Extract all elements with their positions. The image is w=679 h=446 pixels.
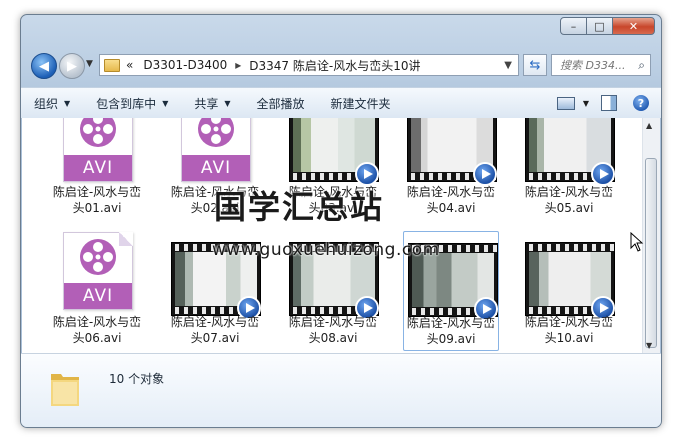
- watermark-url: www.guoxuehuizong.com: [212, 240, 440, 260]
- mouse-cursor-icon: [630, 232, 644, 252]
- new-folder-button[interactable]: 新建文件夹: [318, 95, 404, 112]
- include-library-label: 包含到库中: [96, 96, 157, 111]
- file-tile[interactable]: AVI 陈启诠-风水与峦 头01.avi: [49, 118, 145, 220]
- minimize-button[interactable]: –: [560, 17, 587, 35]
- file-name-line2: 头10.avi: [544, 331, 594, 345]
- preview-pane-icon[interactable]: [601, 95, 617, 111]
- avi-badge: AVI: [64, 155, 132, 181]
- close-button[interactable]: ✕: [612, 17, 655, 35]
- share-menu[interactable]: 共享 ▼: [181, 95, 243, 112]
- search-input[interactable]: [558, 57, 634, 73]
- chevron-down-icon: ▼: [162, 98, 169, 108]
- refresh-button[interactable]: ⇆: [523, 54, 547, 76]
- media-player-icon: [591, 162, 615, 186]
- file-name-line1: 陈启诠-风水与峦: [406, 185, 496, 199]
- breadcrumb-separator[interactable]: ▸: [235, 58, 241, 72]
- file-tile[interactable]: 陈启诠-风水与峦 头05.avi: [521, 118, 617, 220]
- file-name-line1: 陈启诠-风水与峦: [52, 185, 142, 199]
- avi-file-icon: AVI: [63, 232, 133, 310]
- file-name-line2: 头05.avi: [544, 201, 594, 215]
- file-name-line1: 陈启诠-风水与峦: [52, 315, 142, 329]
- navigation-bar: ◀ ▶ ▼ « D3301-D3400 ▸ D3347 陈启诠-风水与峦头10讲…: [29, 51, 653, 81]
- command-bar: 组织 ▼ 包含到库中 ▼ 共享 ▼ 全部播放 新建文件夹 ▼ ?: [21, 87, 661, 119]
- breadcrumb-item-current[interactable]: D3347 陈启诠-风水与峦头10讲: [247, 57, 422, 74]
- file-name-line2: 头07.avi: [190, 331, 240, 345]
- chevron-down-icon: ▼: [224, 98, 231, 108]
- scroll-up-arrow-icon[interactable]: ▲: [646, 121, 652, 130]
- watermark-title: 国学汇总站: [214, 188, 385, 226]
- file-name-line2: 头01.avi: [72, 201, 122, 215]
- file-name-line2: 头08.avi: [308, 331, 358, 345]
- avi-file-icon: AVI: [181, 118, 251, 182]
- scroll-down-arrow-icon[interactable]: ▼: [646, 341, 652, 350]
- film-reel-icon: [80, 118, 116, 147]
- play-all-button[interactable]: 全部播放: [244, 95, 318, 112]
- forward-button[interactable]: ▶: [59, 53, 85, 79]
- chevron-down-icon[interactable]: ▼: [583, 99, 589, 108]
- view-options-icon[interactable]: [556, 96, 575, 110]
- file-name-line2: 头04.avi: [426, 201, 476, 215]
- maximize-button[interactable]: □: [586, 17, 613, 35]
- organize-menu[interactable]: 组织 ▼: [21, 95, 83, 112]
- search-icon[interactable]: ⌕: [638, 58, 645, 73]
- media-player-icon: [473, 162, 497, 186]
- file-tile[interactable]: 陈启诠-风水与峦 头04.avi: [403, 118, 499, 220]
- avi-badge: AVI: [64, 283, 132, 309]
- back-button[interactable]: ◀: [31, 53, 57, 79]
- recent-pages-dropdown[interactable]: ▼: [86, 59, 93, 69]
- scrollbar-thumb[interactable]: [645, 158, 657, 348]
- folder-icon: [104, 58, 120, 72]
- breadcrumb-item[interactable]: D3301-D3400: [141, 58, 229, 72]
- file-name-line2: 头06.avi: [72, 331, 122, 345]
- folder-icon: [51, 374, 79, 406]
- file-name-line1: 陈启诠-风水与峦: [406, 316, 496, 330]
- address-bar[interactable]: « D3301-D3400 ▸ D3347 陈启诠-风水与峦头10讲 ▼: [99, 54, 519, 76]
- file-name-line1: 陈启诠-风水与峦: [524, 185, 614, 199]
- chevron-down-icon[interactable]: ▼: [504, 60, 512, 71]
- arrow-left-icon: ◀: [39, 58, 49, 74]
- help-icon[interactable]: ?: [633, 95, 649, 111]
- chevron-down-icon: ▼: [64, 98, 71, 108]
- file-tile[interactable]: AVI 陈启诠-风水与峦 头06.avi: [49, 232, 145, 348]
- breadcrumb-overflow[interactable]: «: [126, 58, 133, 72]
- file-tile[interactable]: 陈启诠-风水与峦 头10.avi: [521, 232, 617, 348]
- file-name-line1: 陈启诠-风水与峦: [524, 315, 614, 329]
- film-reel-icon: [80, 239, 116, 275]
- file-list: AVI 陈启诠-风水与峦 头01.avi AVI 陈启诠-风水与峦 头02.av…: [22, 118, 642, 353]
- avi-badge: AVI: [182, 155, 250, 181]
- share-label: 共享: [194, 96, 219, 111]
- film-reel-icon: [198, 118, 234, 147]
- avi-file-icon: AVI: [63, 118, 133, 182]
- item-count: 10 个对象: [109, 372, 165, 386]
- organize-label: 组织: [34, 96, 59, 111]
- file-name-line2: 头09.avi: [426, 332, 476, 346]
- file-name-line1: 陈启诠-风水与峦: [170, 315, 260, 329]
- include-in-library-menu[interactable]: 包含到库中 ▼: [83, 95, 181, 112]
- details-pane: 10 个对象: [21, 353, 661, 427]
- caption-buttons: – □ ✕: [560, 17, 655, 35]
- search-box[interactable]: ⌕: [551, 54, 651, 76]
- arrow-right-icon: ▶: [67, 58, 77, 74]
- file-name-line1: 陈启诠-风水与峦: [288, 315, 378, 329]
- vertical-scrollbar[interactable]: ▲ ▼: [642, 118, 660, 353]
- refresh-icon: ⇆: [529, 57, 541, 73]
